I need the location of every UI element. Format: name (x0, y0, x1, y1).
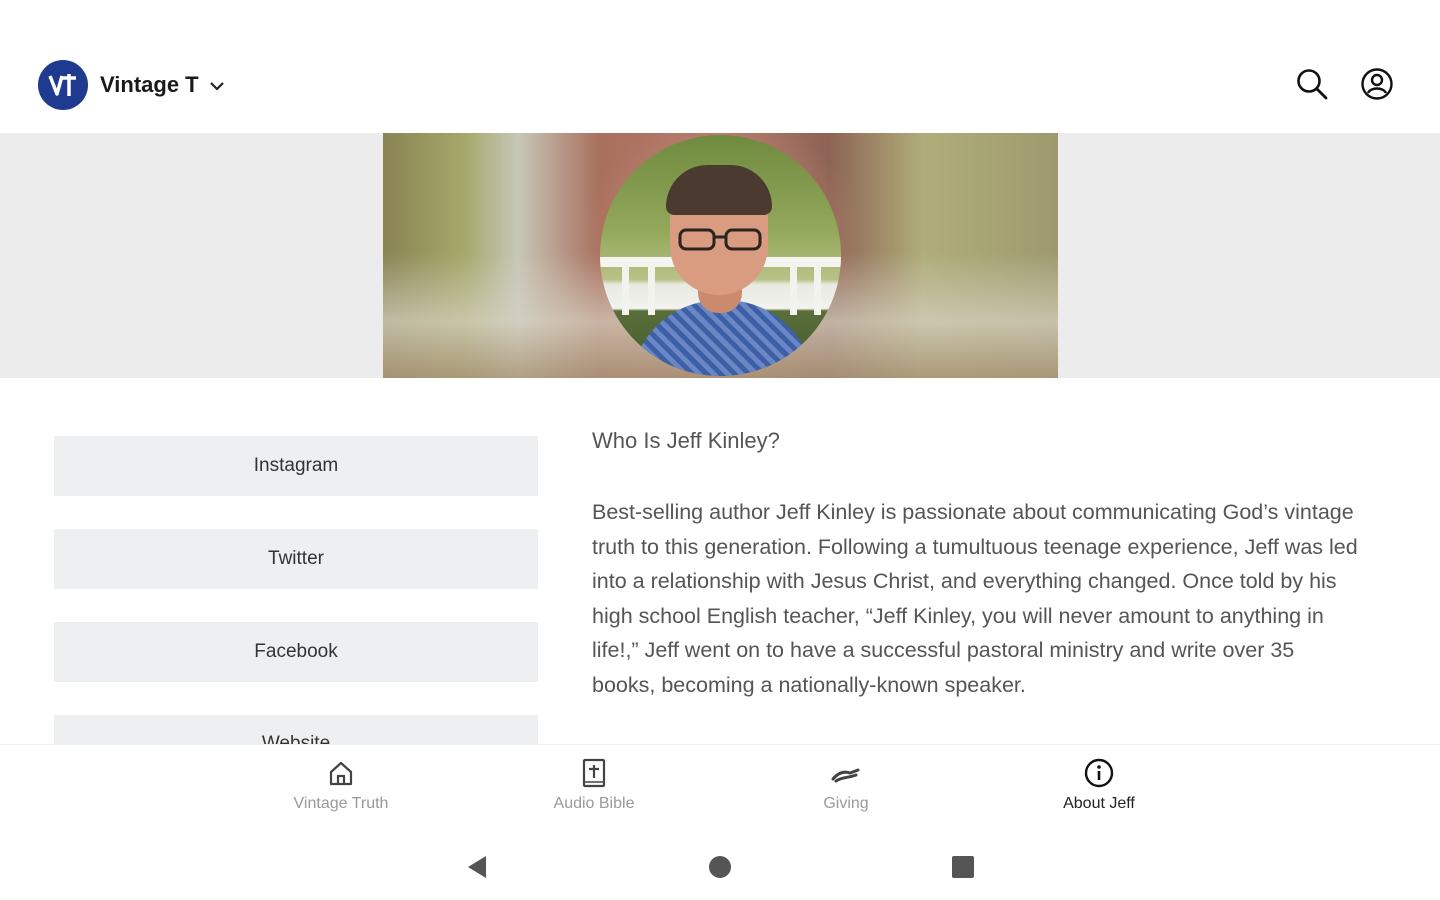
giving-hand-icon (830, 757, 862, 789)
banner-image (383, 133, 1058, 378)
author-portrait (600, 135, 841, 376)
profile-banner (0, 133, 1440, 378)
vt-logo-icon (38, 60, 88, 110)
search-icon[interactable] (1294, 66, 1330, 102)
tab-label: Audio Bible (553, 795, 635, 812)
system-nav-bar (0, 834, 1440, 900)
tab-vintage-truth[interactable]: Vintage Truth (261, 757, 421, 813)
twitter-link-button[interactable]: Twitter (54, 529, 538, 589)
info-icon (1083, 757, 1115, 789)
tab-about-jeff[interactable]: About Jeff (1019, 757, 1179, 813)
tab-label: About Jeff (1063, 795, 1135, 812)
tab-label: Vintage Truth (293, 795, 389, 812)
profile-icon[interactable] (1359, 66, 1395, 102)
instagram-link-button[interactable]: Instagram (54, 436, 538, 496)
home-icon (325, 757, 357, 789)
about-title: Who Is Jeff Kinley? (592, 428, 780, 453)
facebook-link-button[interactable]: Facebook (54, 622, 538, 682)
back-icon[interactable] (462, 852, 492, 882)
chevron-down-icon (209, 78, 225, 96)
home-circle-icon[interactable] (705, 852, 735, 882)
bible-icon (578, 757, 610, 789)
tab-audio-bible[interactable]: Audio Bible (514, 757, 674, 813)
bottom-tab-bar: Vintage Truth Audio Bible Giving About J… (0, 744, 1440, 834)
tab-giving[interactable]: Giving (766, 757, 926, 813)
app-header: Vintage T (0, 0, 1440, 133)
tab-label: Giving (823, 795, 869, 812)
about-body: Best-selling author Jeff Kinley is passi… (592, 500, 1358, 697)
recents-icon[interactable] (948, 852, 978, 882)
app-name: Vintage T (100, 72, 199, 97)
app-switcher[interactable]: Vintage T (38, 60, 225, 110)
